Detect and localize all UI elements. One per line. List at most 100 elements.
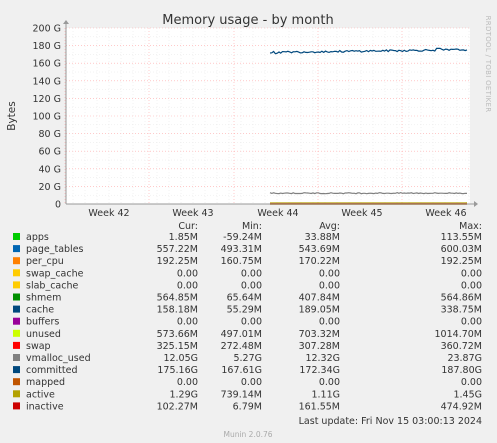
legend-series-name: swap [26,341,51,352]
legend-value: 739.14M [221,389,262,400]
legend-value: 543.69M [299,244,340,255]
legend-value: 493.31M [221,244,262,255]
legend-header-label: Min: [242,221,262,232]
legend-value: 0.00 [461,377,482,388]
legend-value: 167.61G [221,365,262,376]
legend-value: 0.00 [177,317,198,328]
legend-value: 0.00 [241,317,262,328]
legend-value: 158.18M [157,305,198,316]
legend-value: 307.28M [299,341,340,352]
legend-row-per-cpu: per_cpu 192.25M 160.75M 170.22M 192.25M [13,256,482,267]
legend-header-label: Cur: [178,221,198,232]
legend-value: 0.00 [177,268,198,279]
legend-value: 0.00 [461,280,482,291]
y-tick-label: 200 G [32,24,61,35]
legend-value: 161.55M [299,401,340,412]
y-tick-label: 160 G [32,59,61,70]
legend-swatch [13,305,20,313]
legend-series-name: buffers [26,317,59,328]
legend-value: 0.00 [177,377,198,388]
legend-row-shmem: shmem 564.85M 65.64M 407.84M 564.86M [13,293,482,304]
legend-value: 474.92M [441,401,482,412]
x-tick-labels: Week 42 Week 43 Week 44 Week 45 Week 46 [88,208,466,219]
legend-swatch [13,378,20,386]
x-axis-arrow [474,201,478,207]
legend-row-apps: apps 1.85M -59.24M 33.88M 113.55M [13,232,482,243]
legend-value: 0.00 [461,268,482,279]
legend-value: 12.05G [163,353,198,364]
legend-swatch [13,257,20,265]
y-tick-label: 100 G [32,112,61,123]
legend-value: 5.27G [233,353,262,364]
legend-value: 1.45G [453,389,482,400]
legend: apps 1.85M -59.24M 33.88M 113.55Mpage_tables… [13,232,482,412]
legend-row-unused: unused 573.66M 497.01M 703.32M 1014.70M [13,329,482,340]
legend-value: 407.84M [299,293,340,304]
legend-value: 325.15M [157,341,198,352]
legend-value: 0.00 [241,280,262,291]
legend-value: 0.00 [319,377,340,388]
legend-series-name: page_tables [26,244,84,255]
legend-value: 573.66M [157,329,198,340]
legend-value: 189.05M [299,305,340,316]
legend-header: Cur: Min: Avg: Max: [178,221,482,232]
legend-swatch [13,269,20,277]
legend-series-name: apps [26,232,49,243]
legend-value: 0.00 [461,317,482,328]
legend-row-swap: swap 325.15M 272.48M 307.28M 360.72M [13,341,482,352]
y-tick-label: 20 G [39,182,61,193]
x-tick-label: Week 44 [257,208,298,219]
legend-row-cache: cache 158.18M 55.29M 189.05M 338.75M [13,305,482,316]
legend-swatch [13,329,20,337]
y-tick-label: 140 G [32,76,61,87]
legend-value: 564.85M [157,293,198,304]
legend-series-name: slab_cache [26,280,78,291]
legend-swatch [13,354,20,361]
legend-value: 1014.70M [435,329,482,340]
legend-value: 192.25M [441,256,482,267]
legend-swatch [13,402,20,410]
legend-row-mapped: mapped 0.00 0.00 0.00 0.00 [13,377,482,388]
legend-value: 0.00 [241,268,262,279]
chart-title: Memory usage - by month [162,13,333,28]
legend-series-name: committed [26,365,78,376]
legend-swatch [13,341,20,349]
legend-row-committed: committed 175.16G 167.61G 172.34G 187.80G [13,365,482,376]
legend-value: 564.86M [441,293,482,304]
legend-value: 272.48M [221,341,262,352]
legend-value: 55.29M [227,305,262,316]
legend-value: 360.72M [441,341,482,352]
legend-series-name: swap_cache [26,268,84,279]
legend-value: 600.03M [441,244,482,255]
legend-row-inactive: inactive 102.27M 6.79M 161.55M 474.92M [13,401,482,412]
legend-value: 0.00 [177,280,198,291]
y-tick-label: 60 G [39,147,61,158]
legend-value: 172.34G [299,365,340,376]
legend-swatch [13,390,20,398]
last-update: Last update: Fri Nov 15 03:00:13 2024 [299,416,482,427]
x-tick-label: Week 46 [425,208,466,219]
legend-row-page-tables: page_tables 557.22M 493.31M 543.69M 600.03M [13,244,482,255]
y-tick-label: 40 G [39,164,61,175]
y-tick-label: 120 G [32,94,61,105]
legend-row-swap-cache: swap_cache 0.00 0.00 0.00 0.00 [13,268,482,279]
legend-value: 113.55M [441,232,482,243]
legend-value: 338.75M [441,305,482,316]
y-axis-arrow [63,20,69,24]
y-tick-label: 80 G [39,129,61,140]
rrdtool-side-label: RRDTOOL / TOBI OETIKER [484,16,492,113]
legend-series-name: cache [26,305,54,316]
legend-value: 170.22M [299,256,340,267]
legend-value: 0.00 [319,268,340,279]
y-tick-labels: 0 20 G 40 G 60 G 80 G 100 G 120 G 140 G 160 G 180… [32,24,61,211]
legend-series-name: unused [26,329,61,340]
y-tick-label: 180 G [32,41,61,52]
legend-row-buffers: buffers 0.00 0.00 0.00 0.00 [13,317,482,328]
legend-series-name: active [26,389,55,400]
legend-value: -59.24M [223,232,262,243]
legend-swatch [13,245,20,253]
legend-value: 12.32G [305,353,340,364]
legend-swatch [13,317,20,325]
legend-value: 497.01M [221,329,262,340]
legend-value: 65.64M [227,293,262,304]
